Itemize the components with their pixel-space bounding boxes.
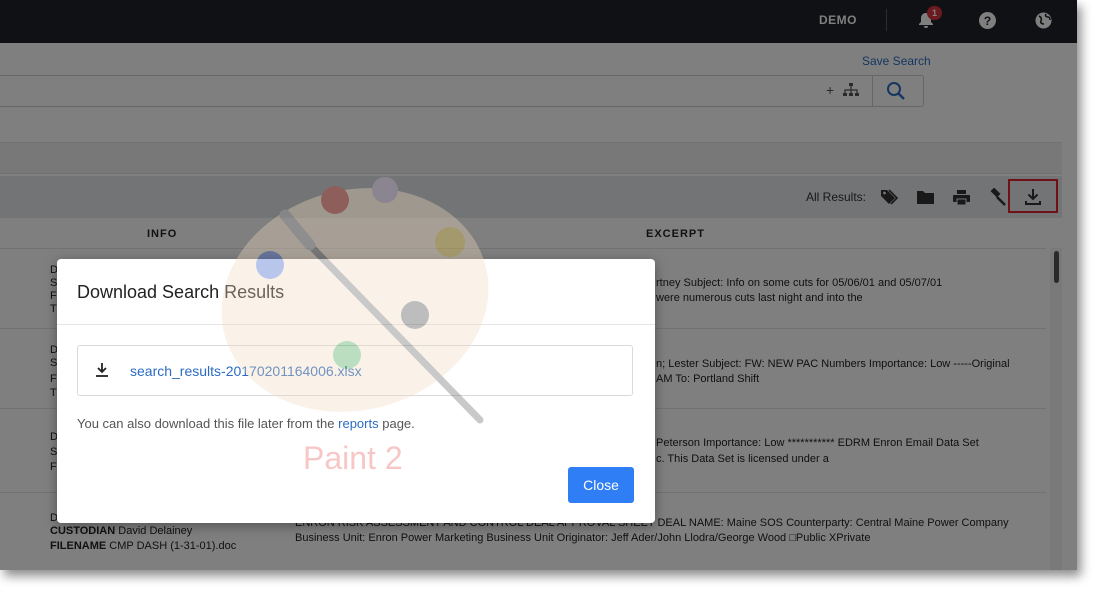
close-button[interactable]: Close [568, 467, 634, 503]
paint-palette-watermark [215, 170, 515, 470]
download-icon[interactable] [94, 362, 110, 383]
paint-watermark-text: Paint 2 [303, 440, 403, 476]
app-window: DEMO 1 ? Save Search + All Results: [0, 0, 1077, 570]
